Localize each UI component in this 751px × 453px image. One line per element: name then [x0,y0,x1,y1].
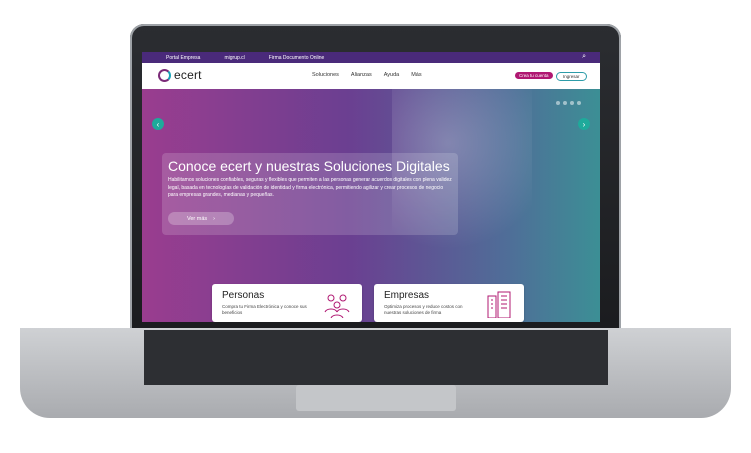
nav-menu: Soluciones Alianzas Ayuda Más [312,72,422,78]
login-button[interactable]: Ingresar [556,72,587,81]
persons-card-title: Personas [222,290,265,301]
create-account-button[interactable]: Crea tu cuenta [515,72,553,79]
carousel-dot[interactable] [570,101,574,105]
topbar-link-portal[interactable]: Portal Empresa [166,55,200,61]
brand-name: ecert [174,68,202,82]
nav-alianzas[interactable]: Alianzas [351,72,372,78]
carousel-dot[interactable] [577,101,581,105]
topbar-link-firma[interactable]: Firma Documento Online [269,55,325,61]
persons-card-text: Compra tu Firma Electrónica y conoce sus… [222,304,307,315]
laptop-screen: Portal Empresa migrup.cl Firma Documento… [142,52,600,322]
main-navigation: ecert Soluciones Alianzas Ayuda Más Crea… [142,63,600,89]
hero-title: Conoce ecert y nuestras Soluciones Digit… [168,158,450,174]
nav-soluciones[interactable]: Soluciones [312,72,339,78]
carousel-dots[interactable] [556,101,581,105]
companies-card-title: Empresas [384,290,430,301]
laptop-mockup: Portal Empresa migrup.cl Firma Documento… [0,0,751,453]
carousel-dot[interactable] [563,101,567,105]
nav-mas[interactable]: Más [411,72,421,78]
hero-description: Habilitamos soluciones confiables, segur… [168,177,452,198]
laptop-keyboard [144,330,608,385]
topbar-link-migrup[interactable]: migrup.cl [224,55,244,61]
companies-card-text: Optimiza procesos y reduce costos con nu… [384,304,463,315]
carousel-prev-icon[interactable]: ‹ [152,118,164,130]
chevron-right-icon: › [213,215,216,222]
brand-logo[interactable]: ecert [158,68,202,82]
persons-card[interactable]: Personas Compra tu Firma Electrónica y c… [212,284,362,322]
ver-mas-button[interactable]: Ver más › [168,212,234,225]
laptop-trackpad [296,385,456,411]
ver-mas-label: Ver más [186,215,208,222]
people-icon [324,294,350,318]
hero-banner: ‹ › Conoce ecert y nuestras Soluciones D… [142,89,600,322]
carousel-dot[interactable] [556,101,560,105]
carousel-next-icon[interactable]: › [578,118,590,130]
ecert-logo-mark [158,68,171,82]
companies-card[interactable]: Empresas Optimiza procesos y reduce cost… [374,284,524,322]
top-utility-bar: Portal Empresa migrup.cl Firma Documento… [142,52,600,63]
buildings-icon [487,291,511,318]
nav-ayuda[interactable]: Ayuda [384,72,400,78]
search-icon[interactable]: ⌕ [582,53,586,61]
